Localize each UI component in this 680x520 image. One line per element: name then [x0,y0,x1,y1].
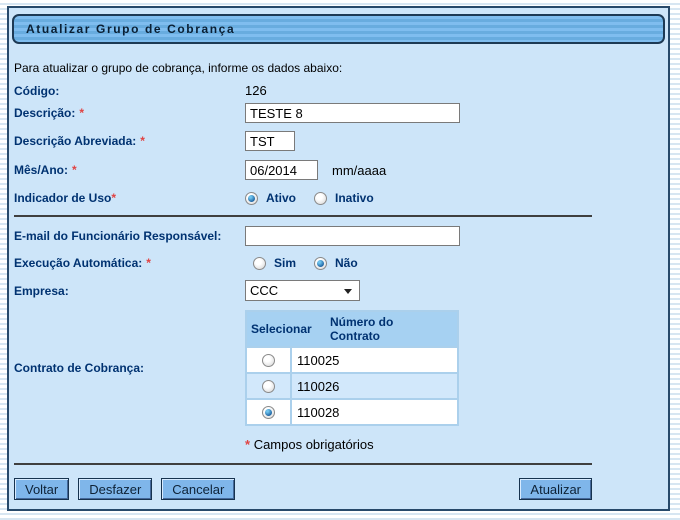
contract-radio-110026[interactable] [262,380,275,393]
section-divider [14,215,592,217]
required-asterisk: * [79,106,84,120]
title-bar: Atualizar Grupo de Cobrança [12,14,665,44]
indicador-uso-label: Indicador de Uso* [14,191,245,205]
cancelar-button[interactable]: Cancelar [161,478,235,500]
descricao-abreviada-row: Descrição Abreviada:* [14,131,668,151]
empresa-row: Empresa: CCC [14,280,668,301]
sim-radio[interactable] [253,257,266,270]
table-row: 110026 [247,374,457,398]
mes-ano-format-hint: mm/aaaa [332,163,386,178]
required-asterisk: * [245,437,250,452]
required-asterisk: * [140,134,145,148]
page-title: Atualizar Grupo de Cobrança [14,22,235,36]
contract-table-header: Selecionar Número do Contrato [247,312,457,346]
inativo-radio[interactable] [314,192,327,205]
mes-ano-row: Mês/Ano:* mm/aaaa [14,160,668,180]
intro-text: Para atualizar o grupo de cobrança, info… [14,61,668,75]
contract-number: 110028 [292,400,457,424]
ativo-radio[interactable] [245,192,258,205]
empresa-label: Empresa: [14,284,245,298]
mes-ano-input[interactable] [245,160,318,180]
contract-table: Selecionar Número do Contrato 110025 110… [245,310,459,426]
execucao-row: Execução Automática:* Sim Não [14,256,668,270]
email-input[interactable] [245,226,460,246]
required-asterisk: * [111,191,116,205]
inativo-radio-label: Inativo [335,191,374,205]
contrato-label: Contrato de Cobrança: [14,361,245,375]
indicador-uso-row: Indicador de Uso* Ativo Inativo [14,191,668,205]
descricao-label: Descrição:* [14,106,245,120]
desfazer-button[interactable]: Desfazer [78,478,152,500]
empresa-selected-value: CCC [246,283,278,298]
button-bar: Voltar Desfazer Cancelar Atualizar [14,478,592,500]
contract-number: 110025 [292,348,457,372]
codigo-row: Código: 126 [14,83,668,98]
voltar-button[interactable]: Voltar [14,478,69,500]
nao-radio[interactable] [314,257,327,270]
numero-contrato-column-header: Número do Contrato [330,315,440,343]
table-row: 110028 [247,400,457,424]
chevron-down-icon [344,289,352,294]
contract-number: 110026 [292,374,457,398]
descricao-abreviada-label: Descrição Abreviada:* [14,134,245,148]
email-row: E-mail do Funcionário Responsável: [14,226,668,246]
codigo-label: Código: [14,84,245,98]
email-label: E-mail do Funcionário Responsável: [14,229,245,243]
contract-radio-110025[interactable] [262,354,275,367]
codigo-value: 126 [245,83,267,98]
nao-radio-label: Não [335,256,358,270]
form-panel: Atualizar Grupo de Cobrança Para atualiz… [7,6,670,511]
required-fields-note: * Campos obrigatórios [245,437,668,452]
mes-ano-label: Mês/Ano:* [14,163,245,177]
contrato-row: Contrato de Cobrança: Selecionar Número … [14,310,668,426]
footer-divider [14,463,592,465]
descricao-row: Descrição:* [14,103,668,123]
atualizar-button[interactable]: Atualizar [519,478,592,500]
empresa-select[interactable]: CCC [245,280,360,301]
sim-radio-label: Sim [274,256,296,270]
ativo-radio-label: Ativo [266,191,296,205]
descricao-abreviada-input[interactable] [245,131,295,151]
descricao-input[interactable] [245,103,460,123]
selecionar-column-header: Selecionar [251,322,312,336]
required-asterisk: * [72,163,77,177]
required-asterisk: * [146,256,151,270]
contract-radio-110028[interactable] [262,406,275,419]
execucao-label: Execução Automática:* [14,256,245,270]
table-row: 110025 [247,348,457,372]
